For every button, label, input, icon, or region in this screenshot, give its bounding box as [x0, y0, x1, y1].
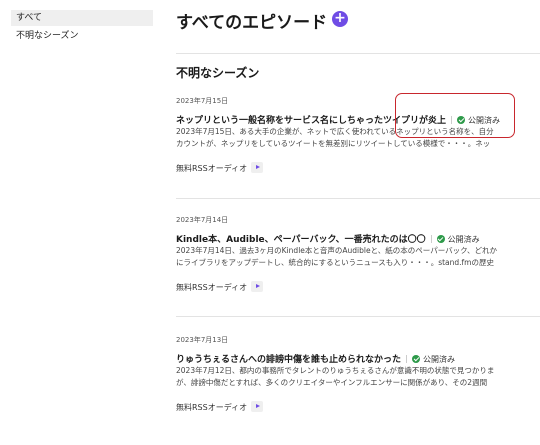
audio-link[interactable]: 無料RSSオーディオ: [176, 401, 264, 413]
episode-description-line: にライブラリをアップデートし、統合的にするというニュースも入り・・・。stand…: [176, 258, 494, 267]
divider: [176, 53, 540, 54]
audio-label: 無料RSSオーディオ: [176, 403, 248, 412]
audio-link[interactable]: 無料RSSオーディオ: [176, 162, 264, 174]
episode-description: 2023年7月12日、都内の事務所でタレントのりゅうちぇるさんが意識不明の状態で…: [176, 365, 540, 389]
highlight-box: [395, 93, 515, 138]
episode-date: 2023年7月13日: [176, 336, 229, 344]
sidebar-item-unknown-season[interactable]: 不明なシーズン: [11, 28, 153, 44]
audio-label: 無料RSSオーディオ: [176, 164, 248, 173]
episode-description-line: 2023年7月14日、過去3ヶ月のKindle本と音声のAudibleと、紙の本…: [176, 246, 497, 255]
episode-description-line: 2023年7月12日、都内の事務所でタレントのりゅうちぇるさんが意識不明の状態で…: [176, 366, 495, 375]
separator: [430, 235, 432, 243]
episode-item: 2023年7月14日 Kindle本、Audible、ペーパーバック、一番売れた…: [176, 215, 540, 325]
main-content: すべてのエピソード + 不明なシーズン 2023年7月15日 ネップリという一般…: [176, 0, 540, 428]
divider: [176, 198, 540, 199]
episode-description-line: カウントが、ネップリをしているツイートを無差別にリツイートしている模様で・・・。…: [176, 139, 491, 148]
check-circle-icon: [436, 235, 445, 243]
episode-date: 2023年7月15日: [176, 97, 229, 105]
sidebar: すべて 不明なシーズン: [0, 0, 160, 428]
episode-title[interactable]: Kindle本、Audible、ペーパーバック、一番売れたのは〇〇: [176, 235, 426, 245]
episode-title-row: Kindle本、Audible、ペーパーバック、一番売れたのは〇〇 公開済み: [176, 227, 480, 245]
episode-description: 2023年7月14日、過去3ヶ月のKindle本と音声のAudibleと、紙の本…: [176, 245, 540, 269]
audio-link[interactable]: 無料RSSオーディオ: [176, 281, 264, 293]
play-icon[interactable]: [251, 162, 264, 173]
page-title: すべてのエピソード: [176, 13, 328, 33]
audio-label: 無料RSSオーディオ: [176, 283, 248, 292]
episode-item: 2023年7月13日 りゅうちぇるさんへの誹謗中傷を誰も止められなかった 公開済み…: [176, 335, 540, 445]
episode-title[interactable]: りゅうちぇるさんへの誹謗中傷を誰も止められなかった: [176, 355, 401, 365]
add-episode-button[interactable]: +: [332, 11, 348, 27]
play-icon[interactable]: [251, 281, 264, 292]
episode-description-line: が、誹謗中傷だとすれば、多くのクリエイターやインフルエンサーに関係があり、その2…: [176, 378, 488, 387]
divider: [176, 316, 540, 317]
separator: [406, 355, 408, 363]
episode-title-row: りゅうちぇるさんへの誹謗中傷を誰も止められなかった 公開済み: [176, 347, 455, 365]
check-circle-icon: [412, 355, 421, 363]
status-badge: 公開済み: [423, 355, 456, 364]
status-badge: 公開済み: [447, 235, 480, 244]
play-icon[interactable]: [251, 401, 264, 412]
plus-icon: +: [334, 10, 346, 26]
episode-date: 2023年7月14日: [176, 216, 229, 224]
sidebar-item-all[interactable]: すべて: [11, 10, 153, 26]
season-heading: 不明なシーズン: [176, 66, 260, 80]
